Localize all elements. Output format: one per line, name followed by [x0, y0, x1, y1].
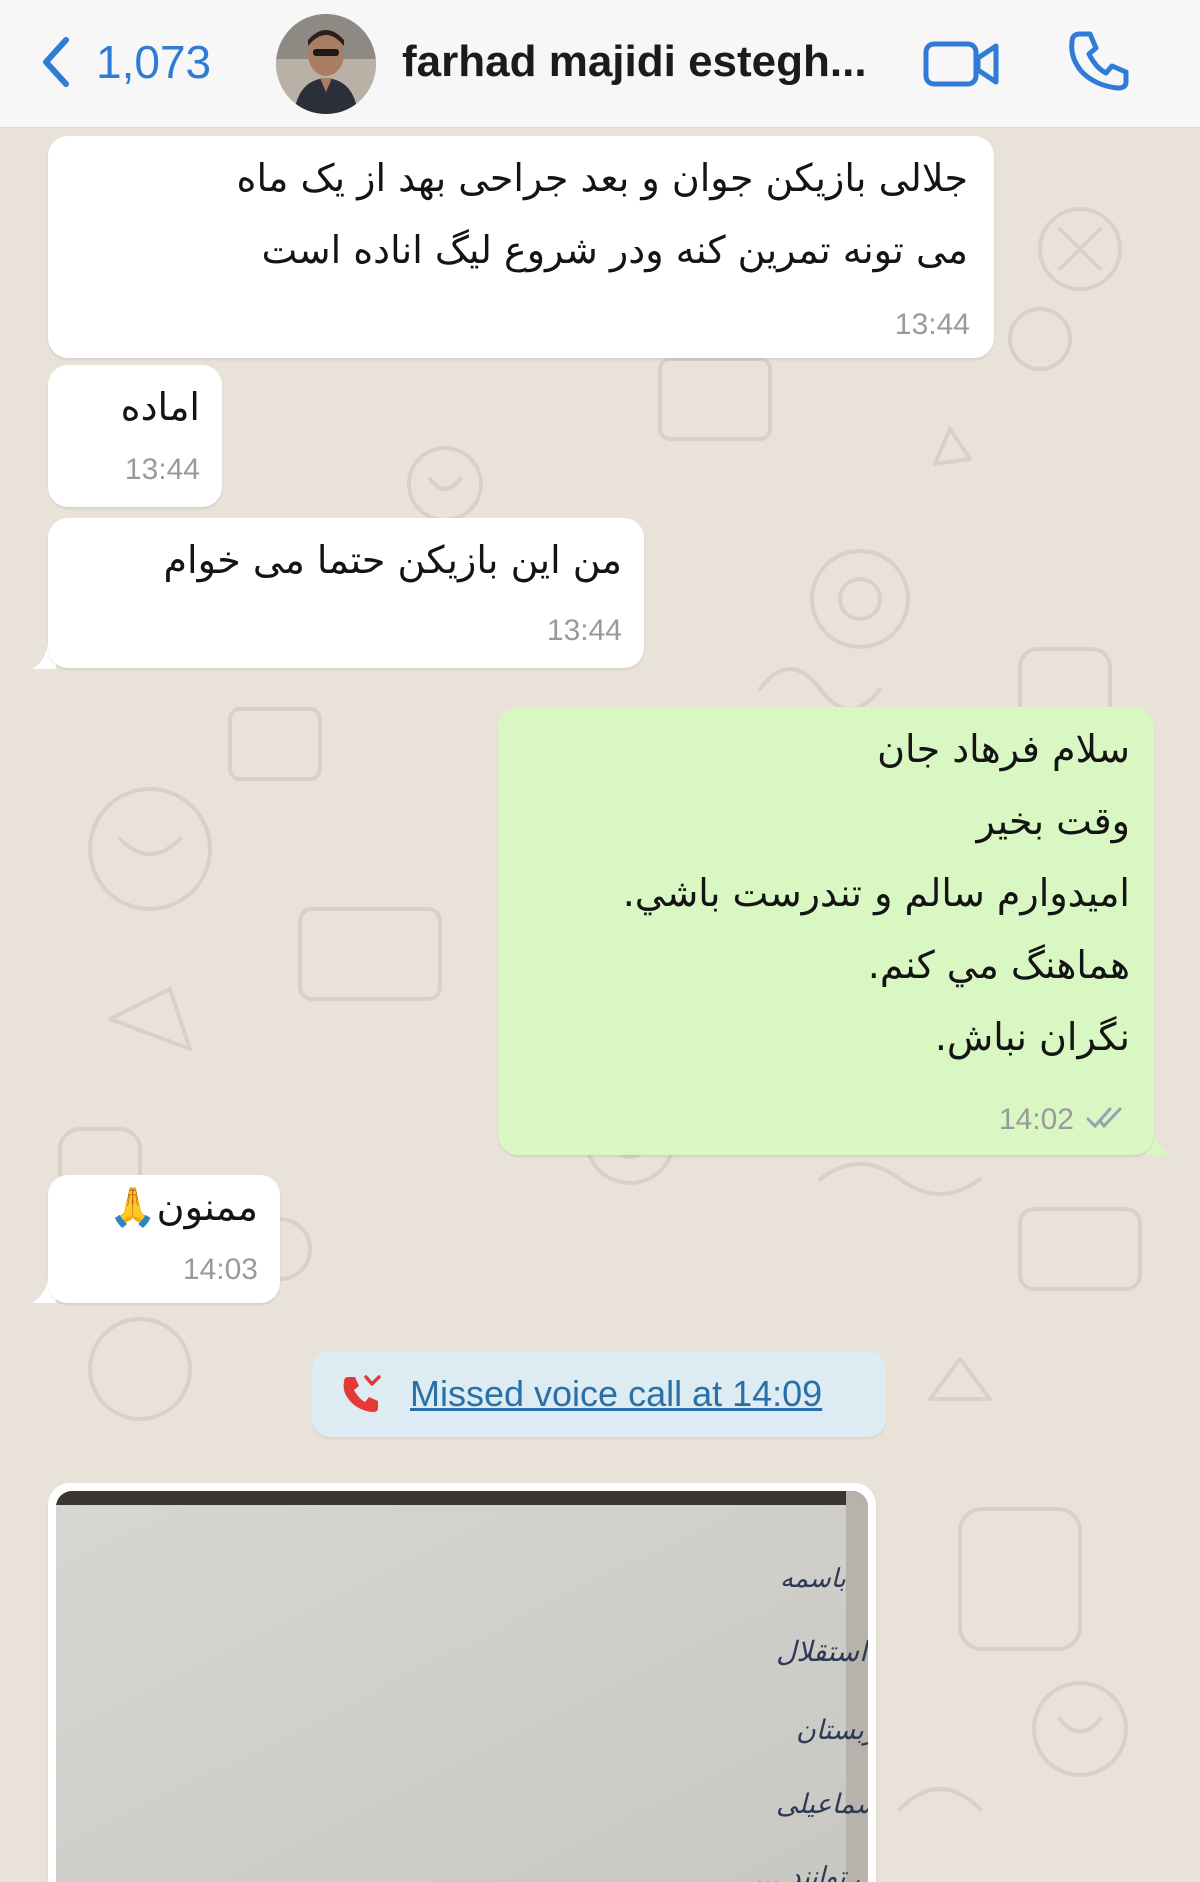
contact-name[interactable]: farhad majidi estegh... [402, 34, 867, 90]
letter-line: حدود یک ماه نمی توانند ... [756, 1862, 868, 1882]
back-chevron-icon[interactable] [38, 34, 74, 90]
phone-icon[interactable] [1066, 28, 1132, 94]
letter-line: خدمت آقای مکیان رئیس هیات مدیره استقلال [776, 1634, 868, 1668]
message-text: اماده [120, 385, 200, 429]
message-time: 14:02 [998, 1103, 1074, 1136]
message-time: 14:03 [182, 1253, 258, 1286]
message-time: 13:44 [546, 614, 622, 647]
message-text: جلالی بازیکن جوان و بعد جراحی بهد از یک … [236, 156, 968, 272]
letter-photo[interactable]: باسمه خدمت آقای مکیان رئیس هیات مدیره اس… [56, 1491, 868, 1882]
message-outgoing[interactable]: سلام فرهاد جان وقت بخير اميدوارم سالم و … [498, 707, 1154, 1155]
chat-area[interactable]: جلالی بازیکن جوان و بعد جراحی بهد از یک … [0, 129, 1200, 1882]
back-button-unread-count[interactable]: 1,073 [96, 34, 211, 90]
chat-header: 1,073 farhad majidi estegh... [0, 0, 1200, 128]
missed-call-label[interactable]: Missed voice call at 14:09 [410, 1351, 822, 1437]
message-text: من این بازیکن حتما می خوام [163, 538, 622, 582]
message-incoming[interactable]: ممنون🙏 14:03 [48, 1175, 280, 1303]
photo-message[interactable]: باسمه خدمت آقای مکیان رئیس هیات مدیره اس… [48, 1483, 876, 1882]
read-receipt-icon [1086, 1107, 1122, 1129]
letter-line: با توجه به نزدیکی بازی مرحله استقلال با … [796, 1715, 868, 1746]
message-incoming[interactable]: اماده 13:44 [48, 365, 222, 507]
message-incoming[interactable]: جلالی بازیکن جوان و بعد جراحی بهد از یک … [48, 136, 994, 358]
letter-line: باسمه [780, 1564, 846, 1594]
message-time: 13:44 [124, 453, 200, 486]
letter-line: از نظر فنی آقای ارسلان مطهری و حمیدرضا ا… [776, 1787, 868, 1820]
video-camera-icon[interactable] [922, 36, 1002, 92]
handwritten-letter-image: باسمه خدمت آقای مکیان رئیس هیات مدیره اس… [56, 1491, 868, 1882]
contact-avatar[interactable] [276, 14, 376, 114]
missed-call-icon [343, 1375, 381, 1412]
message-incoming[interactable]: من این بازیکن حتما می خوام 13:44 [48, 518, 644, 668]
missed-call-notice[interactable]: Missed voice call at 14:09 [312, 1351, 886, 1437]
message-text: ممنون🙏 [109, 1185, 258, 1229]
message-time: 13:44 [894, 308, 970, 341]
avatar-photo-icon [276, 14, 376, 114]
message-text: سلام فرهاد جان وقت بخير اميدوارم سالم و … [622, 727, 1130, 1059]
